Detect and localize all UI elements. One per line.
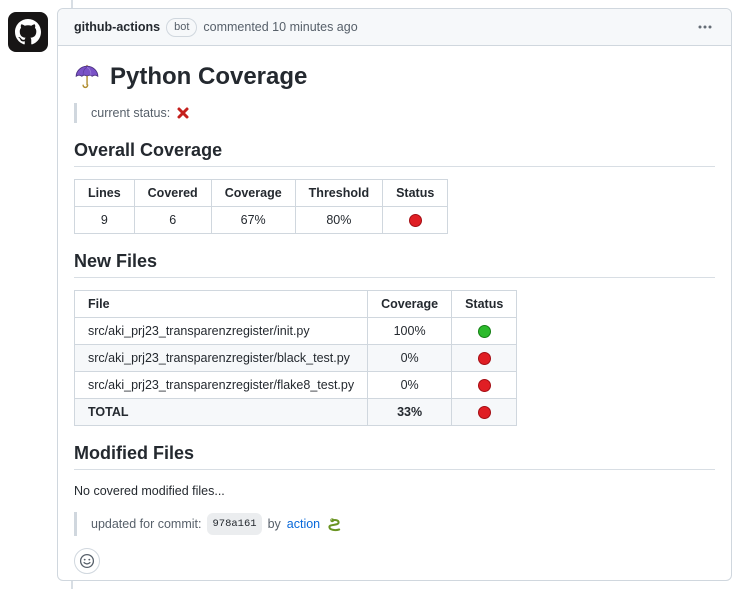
umbrella-icon bbox=[74, 64, 100, 90]
table-row: src/aki_prj23_transparenzregister/flake8… bbox=[75, 372, 517, 399]
action-link[interactable]: action bbox=[287, 515, 320, 533]
col-file: File bbox=[75, 291, 368, 318]
updated-commit-quote: updated for commit: 978a161 by action bbox=[74, 512, 715, 536]
status-dot bbox=[478, 352, 491, 365]
cell-lines: 9 bbox=[75, 207, 135, 234]
cell-status bbox=[452, 345, 517, 372]
cell-coverage: 67% bbox=[211, 207, 295, 234]
status-dot bbox=[478, 379, 491, 392]
cell-status bbox=[452, 372, 517, 399]
cell-status bbox=[452, 399, 517, 426]
modified-files-heading: Modified Files bbox=[74, 442, 715, 470]
bot-badge: bot bbox=[166, 18, 197, 37]
col-coverage: Coverage bbox=[211, 180, 295, 207]
comment-author[interactable]: github-actions bbox=[74, 20, 160, 34]
comment-header: github-actions bot commented 10 minutes … bbox=[58, 9, 731, 46]
table-header-row: File Coverage Status bbox=[75, 291, 517, 318]
report-title-text: Python Coverage bbox=[110, 62, 307, 91]
table-row: 9 6 67% 80% bbox=[75, 207, 448, 234]
col-status: Status bbox=[452, 291, 517, 318]
cell-coverage: 0% bbox=[368, 372, 452, 399]
no-modified-files-text: No covered modified files... bbox=[74, 482, 715, 500]
table-row-total: TOTAL 33% bbox=[75, 399, 517, 426]
current-status-quote: current status: bbox=[74, 103, 715, 123]
avatar[interactable] bbox=[8, 12, 48, 52]
snake-icon bbox=[326, 516, 342, 532]
cell-status bbox=[383, 207, 448, 234]
kebab-menu-icon bbox=[697, 19, 713, 35]
kebab-menu-button[interactable] bbox=[695, 17, 715, 37]
cell-threshold: 80% bbox=[295, 207, 382, 234]
status-dot bbox=[478, 325, 491, 338]
table-row: src/aki_prj23_transparenzregister/black_… bbox=[75, 345, 517, 372]
cell-coverage: 33% bbox=[368, 399, 452, 426]
timeline-line-bottom bbox=[71, 580, 73, 589]
overall-coverage-table: Lines Covered Coverage Threshold Status … bbox=[74, 179, 448, 234]
updated-commit-label: updated for commit: bbox=[91, 515, 201, 533]
report-title: Python Coverage bbox=[74, 62, 715, 91]
github-octocat-icon bbox=[15, 19, 41, 45]
status-dot bbox=[409, 214, 422, 227]
cell-file: src/aki_prj23_transparenzregister/black_… bbox=[75, 345, 368, 372]
cross-mark-icon bbox=[176, 106, 190, 120]
smiley-icon bbox=[79, 553, 95, 569]
commit-hash-chip: 978a161 bbox=[207, 513, 261, 535]
table-row: src/aki_prj23_transparenzregister/init.p… bbox=[75, 318, 517, 345]
cell-file: TOTAL bbox=[75, 399, 368, 426]
new-files-table: File Coverage Status src/aki_prj23_trans… bbox=[74, 290, 517, 426]
table-header-row: Lines Covered Coverage Threshold Status bbox=[75, 180, 448, 207]
cell-covered: 6 bbox=[134, 207, 211, 234]
col-covered: Covered bbox=[134, 180, 211, 207]
col-threshold: Threshold bbox=[295, 180, 382, 207]
col-lines: Lines bbox=[75, 180, 135, 207]
cell-file: src/aki_prj23_transparenzregister/flake8… bbox=[75, 372, 368, 399]
overall-coverage-heading: Overall Coverage bbox=[74, 139, 715, 167]
col-status: Status bbox=[383, 180, 448, 207]
cell-status bbox=[452, 318, 517, 345]
cell-coverage: 0% bbox=[368, 345, 452, 372]
comment-card: github-actions bot commented 10 minutes … bbox=[57, 8, 732, 581]
status-dot bbox=[478, 406, 491, 419]
by-label: by bbox=[268, 515, 281, 533]
comment-timestamp[interactable]: commented 10 minutes ago bbox=[203, 20, 357, 34]
cell-file: src/aki_prj23_transparenzregister/init.p… bbox=[75, 318, 368, 345]
cell-coverage: 100% bbox=[368, 318, 452, 345]
current-status-label: current status: bbox=[91, 104, 170, 122]
new-files-heading: New Files bbox=[74, 250, 715, 278]
comment-body: Python Coverage current status: Overall … bbox=[58, 46, 731, 581]
col-coverage: Coverage bbox=[368, 291, 452, 318]
add-reaction-button[interactable] bbox=[74, 548, 100, 574]
